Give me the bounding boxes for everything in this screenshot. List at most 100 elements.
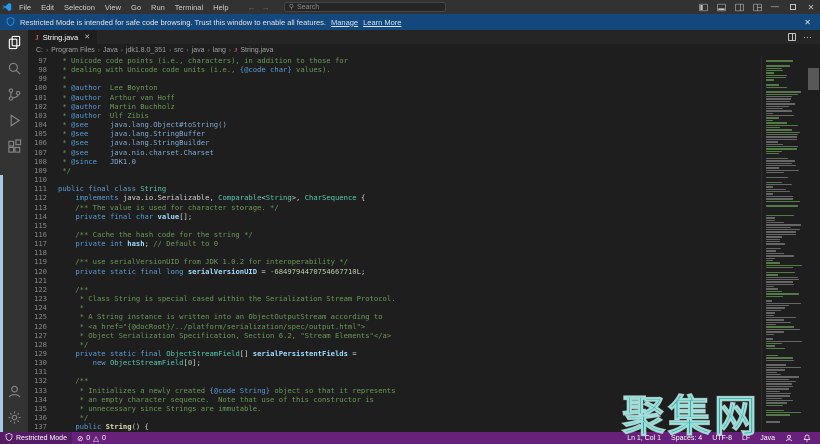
code-line[interactable]: 98 * dealing with Unicode code units (i.… — [28, 65, 761, 74]
code-line[interactable]: 119 /** use serialVersionUID from JDK 1.… — [28, 257, 761, 266]
line-number[interactable]: 112 — [28, 193, 58, 202]
code-line[interactable]: 111public final class String — [28, 184, 761, 193]
customize-layout-icon[interactable] — [748, 0, 766, 14]
code-line[interactable]: 125 * A String instance is written into … — [28, 312, 761, 321]
code-line[interactable]: 118 — [28, 248, 761, 257]
menu-view[interactable]: View — [100, 3, 126, 12]
breadcrumb-item[interactable]: src — [174, 47, 183, 54]
banner-close-icon[interactable]: ✕ — [801, 18, 814, 27]
code-line[interactable]: 136 */ — [28, 413, 761, 422]
minimap[interactable] — [761, 56, 807, 432]
code-line[interactable]: 102 * @author Martin Buchholz — [28, 102, 761, 111]
line-number[interactable]: 120 — [28, 267, 58, 276]
code-line[interactable]: 114 private final char value[]; — [28, 212, 761, 221]
line-number[interactable]: 123 — [28, 294, 58, 303]
line-number[interactable]: 132 — [28, 376, 58, 385]
menu-terminal[interactable]: Terminal — [170, 3, 208, 12]
line-number[interactable]: 128 — [28, 340, 58, 349]
scrollbar-thumb[interactable] — [808, 68, 819, 90]
line-number[interactable]: 118 — [28, 248, 58, 257]
code-line[interactable]: 123 * Class String is special cased with… — [28, 294, 761, 303]
line-number[interactable]: 135 — [28, 404, 58, 413]
tab-string-java[interactable]: J String.java ✕ — [28, 30, 97, 44]
code-line[interactable]: 127 * Object Serialization Specification… — [28, 331, 761, 340]
code-line[interactable]: 113 /** The value is used for character … — [28, 203, 761, 212]
line-number[interactable]: 122 — [28, 285, 58, 294]
code-line[interactable]: 128 */ — [28, 340, 761, 349]
cursor-position-status[interactable]: Ln 1, Col 1 — [622, 432, 666, 444]
activity-explorer-icon[interactable] — [6, 34, 23, 51]
menu-go[interactable]: Go — [126, 3, 146, 12]
eol-status[interactable]: LF — [737, 432, 755, 444]
breadcrumb-item[interactable]: Program Files — [51, 47, 95, 54]
line-number[interactable]: 108 — [28, 157, 58, 166]
code-line[interactable]: 124 * — [28, 303, 761, 312]
line-number[interactable]: 124 — [28, 303, 58, 312]
line-number[interactable]: 127 — [28, 331, 58, 340]
code-line[interactable]: 133 * Initializes a newly created {@code… — [28, 386, 761, 395]
editor-scrollbar[interactable] — [807, 56, 820, 432]
line-number[interactable]: 99 — [28, 74, 58, 83]
menu-help[interactable]: Help — [208, 3, 233, 12]
activity-run-debug-icon[interactable] — [6, 112, 23, 129]
toggle-secondary-sidebar-icon[interactable] — [730, 0, 748, 14]
line-number[interactable]: 131 — [28, 367, 58, 376]
toggle-panel-icon[interactable] — [712, 0, 730, 14]
problems-status[interactable]: ⊘ 0 △ 0 — [72, 432, 111, 444]
history-nav-arrows[interactable]: ← → — [248, 3, 272, 12]
indentation-status[interactable]: Spaces: 4 — [666, 432, 707, 444]
toggle-sidebar-icon[interactable] — [694, 0, 712, 14]
line-number[interactable]: 136 — [28, 413, 58, 422]
editor[interactable]: 97 * Unicode code points (i.e., characte… — [28, 56, 820, 432]
code-line[interactable]: 99 * — [28, 74, 761, 83]
breadcrumb-item[interactable]: lang — [213, 47, 226, 54]
activity-extensions-icon[interactable] — [6, 138, 23, 155]
line-number[interactable]: 97 — [28, 56, 58, 65]
line-number[interactable]: 137 — [28, 422, 58, 431]
code-line[interactable]: 134 * an empty character sequence. Note … — [28, 395, 761, 404]
line-number[interactable]: 106 — [28, 138, 58, 147]
split-editor-icon[interactable] — [788, 33, 796, 41]
code-line[interactable]: 110 — [28, 175, 761, 184]
line-number[interactable]: 104 — [28, 120, 58, 129]
code-line[interactable]: 116 /** Cache the hash code for the stri… — [28, 230, 761, 239]
code-line[interactable]: 115 — [28, 221, 761, 230]
line-number[interactable]: 98 — [28, 65, 58, 74]
menu-run[interactable]: Run — [146, 3, 170, 12]
code-line[interactable]: 137 public String() { — [28, 422, 761, 431]
encoding-status[interactable]: UTF-8 — [707, 432, 737, 444]
code-line[interactable]: 131 — [28, 367, 761, 376]
code-line[interactable]: 109 */ — [28, 166, 761, 175]
breadcrumb-item[interactable]: C: — [36, 47, 43, 54]
code-line[interactable]: 106 * @see java.lang.StringBuilder — [28, 138, 761, 147]
line-number[interactable]: 121 — [28, 276, 58, 285]
code-line[interactable]: 100 * @author Lee Boynton — [28, 83, 761, 92]
line-number[interactable]: 107 — [28, 148, 58, 157]
line-number[interactable]: 111 — [28, 184, 58, 193]
code-line[interactable]: 121 — [28, 276, 761, 285]
breadcrumb-item[interactable]: String.java — [240, 47, 273, 54]
line-number[interactable]: 113 — [28, 203, 58, 212]
line-number[interactable]: 117 — [28, 239, 58, 248]
feedback-icon[interactable] — [780, 432, 798, 444]
code-line[interactable]: 112 implements java.io.Serializable, Com… — [28, 193, 761, 202]
code-line[interactable]: 103 * @author Ulf Zibis — [28, 111, 761, 120]
restricted-mode-status[interactable]: Restricted Mode — [0, 432, 72, 444]
code-line[interactable]: 129 private static final ObjectStreamFie… — [28, 349, 761, 358]
code-line[interactable]: 117 private int hash; // Default to 0 — [28, 239, 761, 248]
notifications-bell-icon[interactable] — [798, 432, 816, 444]
line-number[interactable]: 133 — [28, 386, 58, 395]
line-number[interactable]: 116 — [28, 230, 58, 239]
line-number[interactable]: 114 — [28, 212, 58, 221]
line-number[interactable]: 109 — [28, 166, 58, 175]
activity-source-control-icon[interactable] — [6, 86, 23, 103]
line-number[interactable]: 119 — [28, 257, 58, 266]
code-line[interactable]: 120 private static final long serialVers… — [28, 267, 761, 276]
code-line[interactable]: 135 * unnecessary since Strings are immu… — [28, 404, 761, 413]
breadcrumb-item[interactable]: jdk1.8.0_351 — [126, 47, 166, 54]
activity-account-icon[interactable] — [6, 383, 23, 400]
line-number[interactable]: 103 — [28, 111, 58, 120]
code-line[interactable]: 104 * @see java.lang.Object#toString() — [28, 120, 761, 129]
code-line[interactable]: 97 * Unicode code points (i.e., characte… — [28, 56, 761, 65]
line-number[interactable]: 130 — [28, 358, 58, 367]
